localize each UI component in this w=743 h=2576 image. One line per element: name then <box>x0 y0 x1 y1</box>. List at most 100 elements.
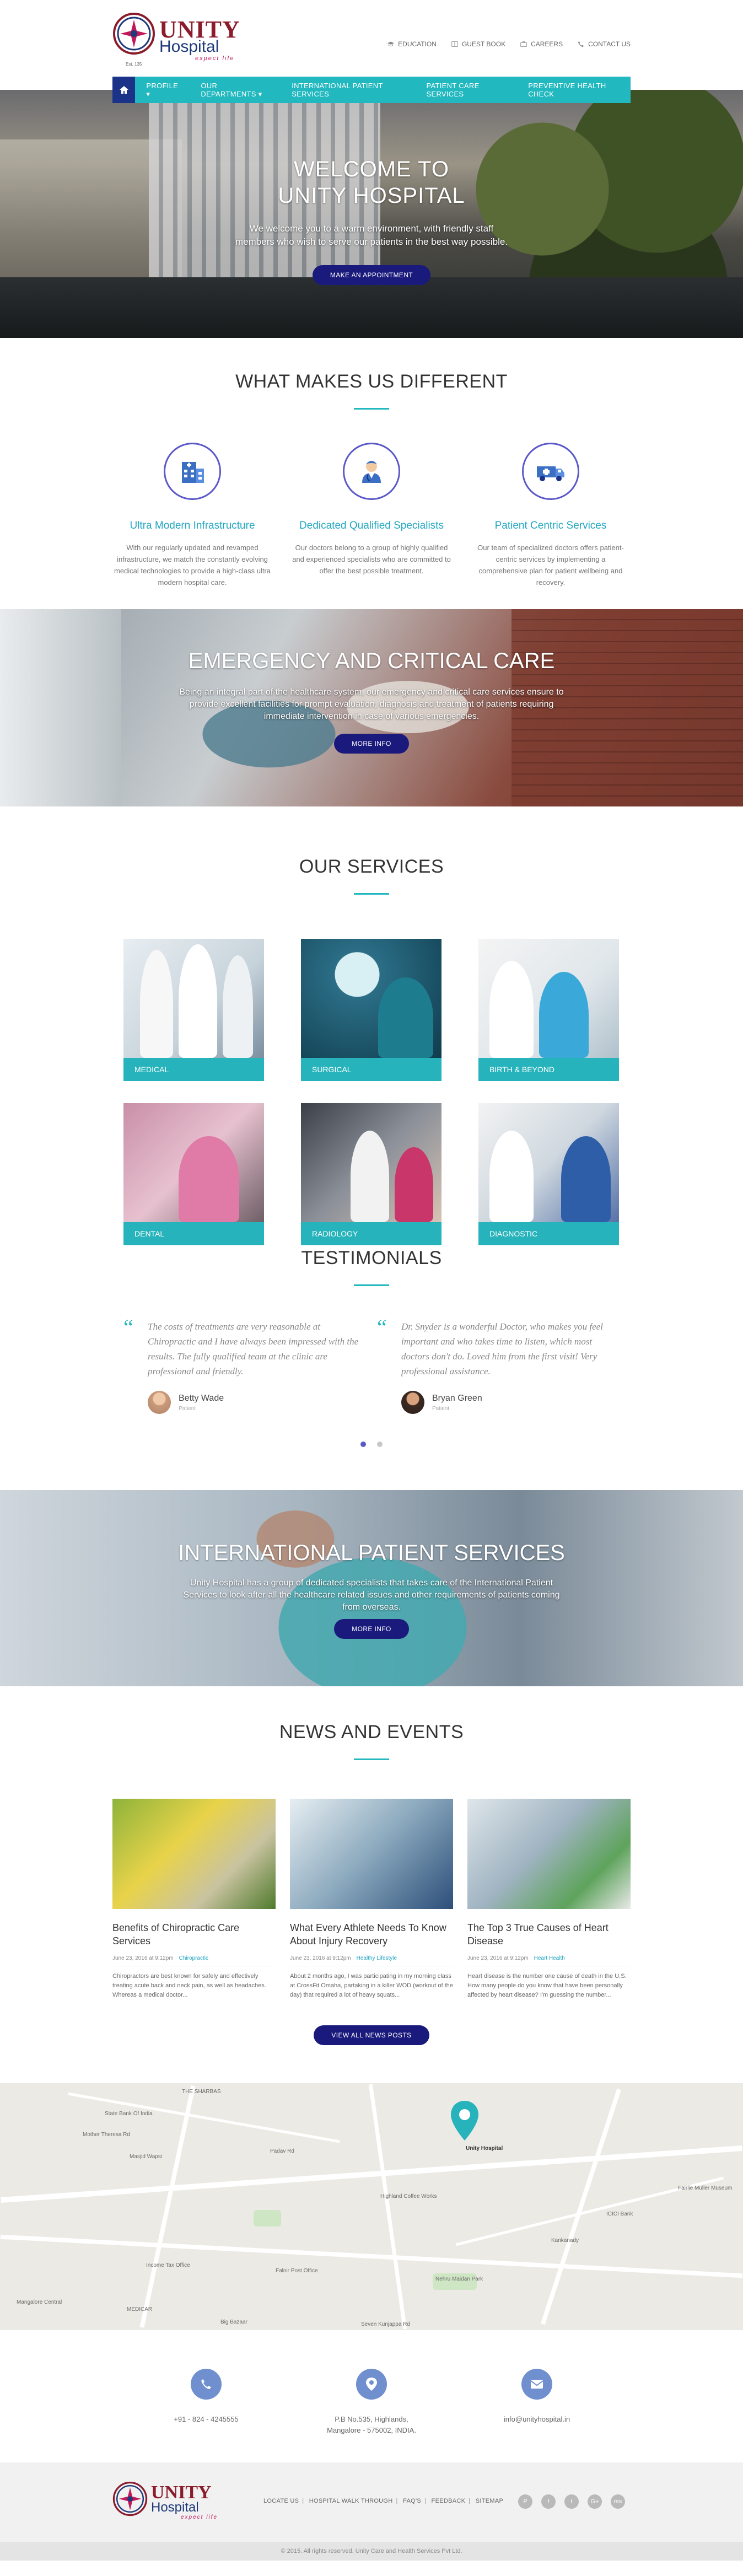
international-title: INTERNATIONAL PATIENT SERVICES <box>178 1541 565 1565</box>
toplink-label: EDUCATION <box>398 40 437 48</box>
nav-home-button[interactable] <box>112 77 136 103</box>
location-pin-icon <box>356 2369 387 2400</box>
hero-title-line2: UNITY HOSPITAL <box>278 184 465 208</box>
news-section: NEWS AND EVENTS Benefits of Chiropractic… <box>0 1686 743 2083</box>
nav-item-profile[interactable]: PROFILE ▾ <box>135 77 190 103</box>
map-marker-icon[interactable] <box>449 2100 480 2142</box>
address-line2: Mangalore - 575002, INDIA. <box>327 2426 416 2434</box>
toplink-education[interactable]: EDUCATION <box>387 40 437 48</box>
hero-title: WELCOME TO UNITY HOSPITAL <box>0 156 743 209</box>
logo-tagline: expect life <box>195 55 235 62</box>
footer-link-locate[interactable]: LOCATE US <box>263 2498 299 2504</box>
email-address[interactable]: info@unityhospital.in <box>454 2414 620 2425</box>
service-label: DENTAL <box>123 1222 264 1245</box>
contact-email: info@unityhospital.in <box>454 2369 620 2436</box>
post-excerpt: Heart disease is the number one cause of… <box>467 1973 627 1998</box>
post-date: June 23, 2016 at 9:12pm <box>112 1955 174 1961</box>
service-label: SURGICAL <box>301 1058 442 1081</box>
emergency-more-info-button[interactable]: MORE INFO <box>334 734 409 754</box>
toplink-guest-book[interactable]: GUEST BOOK <box>451 40 505 48</box>
post-title[interactable]: The Top 3 True Causes of Heart Disease <box>467 1921 631 1948</box>
post-title[interactable]: What Every Athlete Needs To Know About I… <box>290 1921 453 1948</box>
service-card-dental[interactable]: DENTAL <box>123 1103 264 1245</box>
map-label: Income Tax Office <box>146 2262 190 2268</box>
post-thumbnail[interactable] <box>112 1799 276 1909</box>
footer-logo[interactable]: UNITY Hospital expect life <box>112 2481 234 2522</box>
nav-item-international[interactable]: INTERNATIONAL PATIENT SERVICES <box>281 77 415 103</box>
post-thumbnail[interactable] <box>290 1799 453 1909</box>
footer-logo-tagline: expect life <box>181 2514 218 2520</box>
international-subtitle: Unity Hospital has a group of dedicated … <box>0 1577 743 1614</box>
post-category-link[interactable]: Heart Health <box>534 1955 565 1961</box>
post-date: June 23, 2016 at 9:12pm <box>467 1955 529 1961</box>
hospital-building-icon <box>182 462 204 483</box>
footer-link-feedback[interactable]: FEEDBACK <box>432 2498 466 2504</box>
toplink-contact-us[interactable]: CONTACT US <box>577 40 631 48</box>
footer-link-sitemap[interactable]: SITEMAP <box>476 2498 503 2504</box>
quote-icon: “ <box>377 1315 387 1340</box>
view-all-news-button[interactable]: VIEW ALL NEWS POSTS <box>314 2025 429 2045</box>
map-label: Big Bazaar <box>220 2319 247 2325</box>
map-label: Mother Theresa Rd <box>83 2132 130 2138</box>
map-label: Nehru Maidan Park <box>435 2276 483 2282</box>
toplink-label: GUEST BOOK <box>461 40 506 48</box>
international-more-info-button[interactable]: MORE INFO <box>334 1619 409 1639</box>
google-plus-icon[interactable]: G+ <box>588 2494 602 2509</box>
nav-item-health-check[interactable]: PREVENTIVE HEALTH CHECK <box>517 77 631 103</box>
make-appointment-button[interactable]: MAKE AN APPOINTMENT <box>312 265 431 285</box>
service-card-medical[interactable]: MEDICAL <box>123 939 264 1081</box>
emergency-title: EMERGENCY AND CRITICAL CARE <box>188 649 555 673</box>
service-card-birth[interactable]: BIRTH & BEYOND <box>478 939 619 1081</box>
testimonial-text: Dr. Snyder is a wonderful Doctor, who ma… <box>401 1321 603 1376</box>
twitter-icon[interactable]: t <box>564 2494 579 2509</box>
emergency-subtitle: Being an integral part of the healthcare… <box>0 686 743 723</box>
map-label: Falnir Post Office <box>276 2268 318 2274</box>
service-label: RADIOLOGY <box>301 1222 442 1245</box>
copyright: © 2015. All rights reserved. Unity Care … <box>0 2542 743 2561</box>
post-title[interactable]: Benefits of Chiropractic Care Services <box>112 1921 276 1948</box>
site-logo[interactable]: UNITY Hospital expect life Est. 135 <box>112 12 256 67</box>
testimonial-author: Bryan Green Patient <box>401 1391 620 1414</box>
service-image <box>123 1103 264 1222</box>
pinterest-icon[interactable]: P <box>518 2494 532 2509</box>
top-links: EDUCATION GUEST BOOK CAREERS CONTACT US <box>387 40 631 48</box>
post-excerpt: Chiropractors are best known for safely … <box>112 1973 266 1998</box>
phone-number[interactable]: +91 - 824 - 4245555 <box>123 2414 289 2425</box>
location-map[interactable]: THE SHARBAS State Bank Of India Mother T… <box>0 2083 743 2330</box>
hero-banner: WELCOME TO UNITY HOSPITAL We welcome you… <box>0 90 743 338</box>
toplink-careers[interactable]: CAREERS <box>520 40 563 48</box>
rss-icon[interactable]: rss <box>611 2494 625 2509</box>
feature-title: Dedicated Qualified Specialists <box>299 520 444 531</box>
book-icon <box>451 41 458 47</box>
testimonial-author: Betty Wade Patient <box>148 1391 366 1414</box>
carousel-dot-2[interactable] <box>377 1442 383 1447</box>
service-card-radiology[interactable]: RADIOLOGY <box>301 1103 442 1245</box>
post-category-link[interactable]: Healthy Lifestyle <box>357 1955 397 1961</box>
footer-link-walkthrough[interactable]: HOSPITAL WALK THROUGH <box>309 2498 393 2504</box>
carousel-dot-1[interactable] <box>360 1442 366 1447</box>
footer-link-faq[interactable]: FAQ'S <box>403 2498 421 2504</box>
nav-item-patient-care[interactable]: PATIENT CARE SERVICES <box>416 77 518 103</box>
map-label: Mangalore Central <box>17 2299 62 2305</box>
service-image <box>478 1103 619 1222</box>
post-category-link[interactable]: Chiropractic <box>179 1955 208 1961</box>
news-post: The Top 3 True Causes of Heart Disease J… <box>467 1799 631 2000</box>
service-image <box>301 939 442 1058</box>
service-image <box>123 939 264 1058</box>
services-title: OUR SERVICES <box>299 856 444 877</box>
site-footer: UNITY Hospital expect life LOCATE US | HO… <box>0 2462 743 2542</box>
map-label: Seven Kunjappa Rd <box>361 2321 410 2327</box>
facebook-icon[interactable]: f <box>541 2494 556 2509</box>
logo-emblem-icon <box>112 2481 148 2516</box>
post-thumbnail[interactable] <box>467 1799 631 1909</box>
author-name: Betty Wade <box>179 1393 224 1403</box>
service-card-surgical[interactable]: SURGICAL <box>301 939 442 1081</box>
toplink-label: CONTACT US <box>588 40 631 48</box>
nav-item-departments[interactable]: OUR DEPARTMENTS ▾ <box>190 77 281 103</box>
author-role: Patient <box>179 1405 196 1412</box>
map-label: THE SHARBAS <box>182 2089 221 2095</box>
graduation-icon <box>387 41 395 46</box>
hero-title-line1: WELCOME TO <box>294 157 449 181</box>
address: P.B No.535, Highlands, Mangalore - 57500… <box>289 2414 454 2436</box>
service-card-diagnostic[interactable]: DIAGNOSTIC <box>478 1103 619 1245</box>
